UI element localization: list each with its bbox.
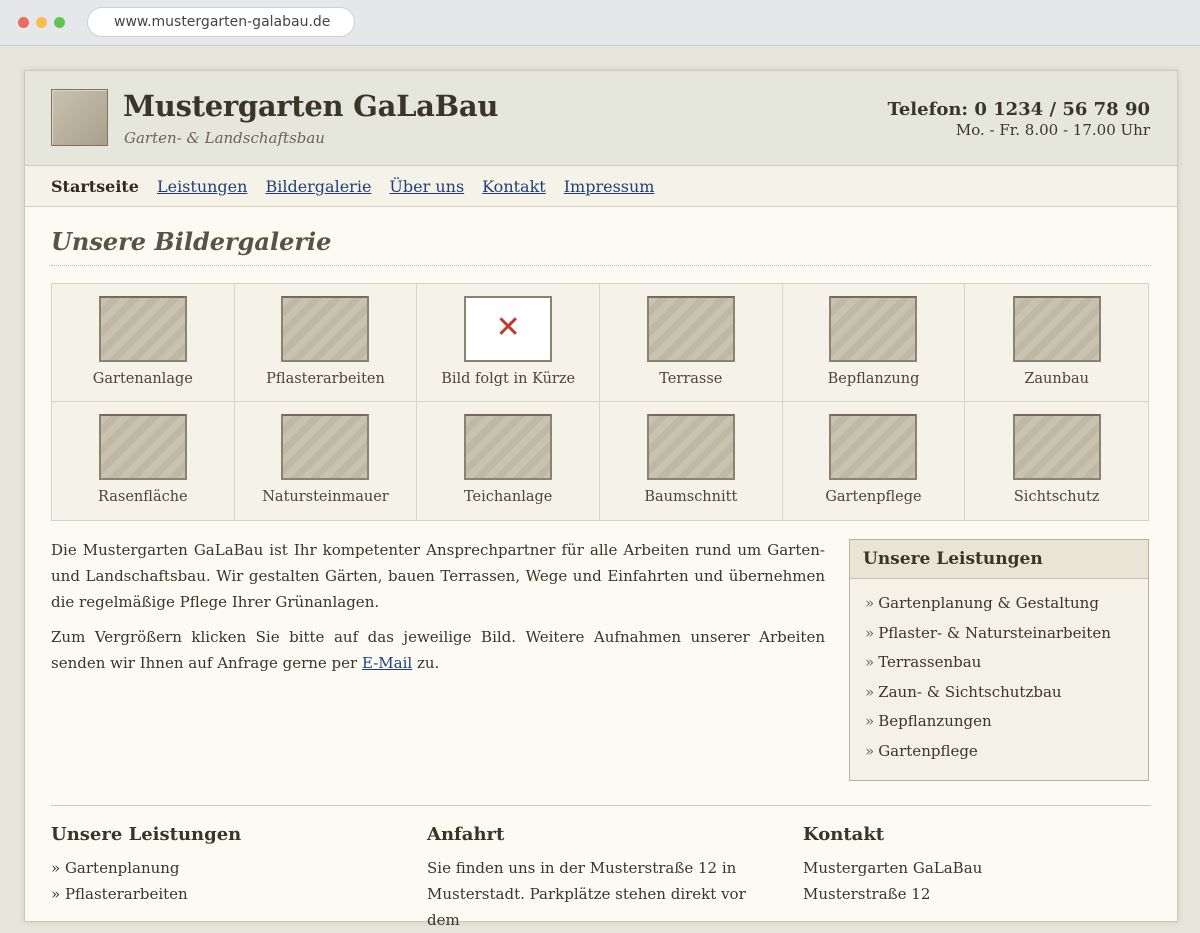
sidebar-title: Unsere Leistungen: [850, 540, 1148, 579]
gallery-thumbnail[interactable]: [281, 296, 370, 362]
raquo-icon: »: [865, 712, 875, 730]
gallery-item[interactable]: Terrasse: [600, 284, 783, 402]
gallery-thumbnail[interactable]: [829, 414, 918, 480]
gallery-caption: Sichtschutz: [1013, 489, 1100, 505]
service-item-label[interactable]: Gartenpflege: [878, 742, 978, 760]
nav-item-impressum[interactable]: Impressum: [564, 177, 655, 196]
gallery-thumbnail[interactable]: [281, 414, 370, 480]
nav-item-leistungen[interactable]: Leistungen: [157, 177, 247, 196]
gallery-item[interactable]: Gartenpflege: [782, 402, 966, 520]
footer-text: Sie finden uns in der Musterstraße 12 in: [427, 859, 737, 877]
service-item[interactable]: » Pflaster- & Natursteinarbeiten: [865, 619, 1148, 649]
service-item-label[interactable]: Bepflanzungen: [878, 712, 991, 730]
gallery-caption: Terrasse: [659, 371, 723, 387]
services-list: » Gartenplanung & Gestaltung » Pflaster- &…: [850, 589, 1148, 766]
service-item[interactable]: » Gartenpflege: [865, 737, 1148, 767]
gallery-thumbnail[interactable]: [646, 296, 735, 362]
footer-heading: Anfahrt: [427, 824, 505, 845]
gallery-item[interactable]: Pflasterarbeiten: [234, 284, 418, 402]
site-title[interactable]: Mustergarten GaLaBau: [123, 89, 498, 123]
gallery-item[interactable]: Gartenanlage: [52, 284, 235, 402]
intro-paragraph: Die Mustergarten GaLaBau ist Ihr kompete…: [51, 541, 825, 611]
service-item-label[interactable]: Zaun- & Sichtschutzbau: [878, 683, 1061, 701]
service-item-label[interactable]: Pflaster- & Natursteinarbeiten: [878, 624, 1111, 642]
gallery-caption: Rasenfläche: [98, 489, 188, 505]
gallery-caption: Natursteinmauer: [262, 489, 389, 505]
gallery-item[interactable]: Natursteinmauer: [234, 402, 418, 520]
nav-item-ueber-uns[interactable]: Über uns: [389, 177, 464, 196]
footer-text: Musterstraße 12: [803, 885, 931, 903]
gallery-thumbnail[interactable]: [1012, 414, 1101, 480]
gallery-item[interactable]: Baumschnitt: [600, 402, 783, 520]
opening-hours: Mo. - Fr. 8.00 - 17.00 Uhr: [955, 121, 1150, 139]
intro-paragraph: Zum Vergrößern klicken Sie bitte auf das…: [51, 624, 825, 676]
image-gallery: Gartenanlage Pflasterarbeiten ✕ Bild fol…: [51, 283, 1149, 521]
gallery-thumbnail[interactable]: [829, 296, 918, 362]
footer-heading: Kontakt: [803, 824, 885, 845]
service-item[interactable]: » Terrassenbau: [865, 648, 1148, 678]
nav-item-kontakt[interactable]: Kontakt: [482, 177, 546, 196]
gallery-thumbnail[interactable]: [464, 414, 553, 480]
raquo-icon: »: [865, 623, 875, 642]
services-sidebar: Unsere Leistungen » Gartenplanung & Gesta…: [849, 539, 1149, 781]
service-item[interactable]: » Zaun- & Sichtschutzbau: [865, 678, 1148, 708]
footer-link[interactable]: » Pflasterarbeiten: [51, 881, 391, 907]
gallery-caption: Bepflanzung: [827, 371, 920, 387]
phone-number: Telefon: 0 1234 / 56 78 90: [887, 99, 1151, 120]
intro-text: Die Mustergarten GaLaBau ist Ihr kompete…: [51, 537, 825, 685]
service-item[interactable]: » Bepflanzungen: [865, 707, 1148, 737]
close-icon: ✕: [495, 310, 521, 345]
gallery-caption: Gartenanlage: [92, 371, 193, 387]
gallery-thumbnail[interactable]: [98, 296, 187, 362]
site-subtitle: Garten- & Landschaftsbau: [124, 129, 325, 147]
footer-column-kontakt: Kontakt Mustergarten GaLaBau Musterstraß…: [803, 824, 1143, 907]
service-item-label[interactable]: Gartenplanung & Gestaltung: [878, 594, 1099, 612]
text-and-sidebar: Die Mustergarten GaLaBau ist Ihr kompete…: [51, 521, 1151, 805]
gallery-caption: Bild folgt in Kürze: [441, 371, 576, 387]
footer-text: Musterstadt. Parkplätze stehen direkt vo…: [427, 885, 746, 929]
nav-item-startseite[interactable]: Startseite: [51, 177, 139, 196]
minimize-window-icon[interactable]: [36, 17, 47, 28]
gallery-item[interactable]: Bepflanzung: [782, 284, 966, 402]
site-footer: Unsere Leistungen » Gartenplanung » Pfla…: [51, 805, 1151, 929]
gallery-caption: Pflasterarbeiten: [266, 371, 385, 387]
footer-link[interactable]: » Gartenplanung: [51, 855, 391, 881]
address-bar[interactable]: www.mustergarten-galabau.de: [87, 7, 355, 37]
logo[interactable]: [51, 89, 108, 146]
gallery-item[interactable]: ✕ Bild folgt in Kürze: [417, 284, 600, 402]
footer-column-leistungen: Unsere Leistungen » Gartenplanung » Pfla…: [51, 824, 391, 907]
gallery-thumbnail[interactable]: [98, 414, 187, 480]
raquo-icon: »: [865, 594, 875, 612]
intro-text-fragment: zu.: [412, 654, 440, 672]
raquo-icon: »: [865, 682, 875, 701]
nav-item-bildergalerie[interactable]: Bildergalerie: [265, 177, 371, 196]
main-navigation: Startseite Leistungen Bildergalerie Über…: [25, 166, 1177, 207]
gallery-caption: Teichanlage: [463, 489, 553, 505]
gallery-caption: Zaunbau: [1024, 371, 1089, 387]
gallery-item[interactable]: Teichanlage: [417, 402, 600, 520]
page-container: Mustergarten GaLaBau Garten- & Landschaf…: [24, 70, 1178, 929]
browser-toolbar: www.mustergarten-galabau.de: [0, 0, 1200, 46]
footer-heading: Unsere Leistungen: [51, 824, 242, 845]
main-content: Unsere Bildergalerie Gartenanlage Pflast…: [25, 207, 1177, 929]
maximize-window-icon[interactable]: [54, 17, 65, 28]
close-window-icon[interactable]: [18, 17, 29, 28]
footer-column-anfahrt: Anfahrt Sie finden uns in der Musterstra…: [427, 824, 767, 933]
email-link[interactable]: E-Mail: [362, 654, 412, 672]
gallery-thumbnail[interactable]: [1012, 296, 1101, 362]
gallery-caption: Gartenpflege: [825, 489, 922, 505]
gallery-thumbnail-placeholder[interactable]: ✕: [464, 296, 553, 362]
gallery-caption: Baumschnitt: [644, 489, 738, 505]
gallery-thumbnail[interactable]: [646, 414, 735, 480]
raquo-icon: »: [865, 741, 875, 760]
service-item[interactable]: » Gartenplanung & Gestaltung: [865, 589, 1148, 619]
gallery-item[interactable]: Zaunbau: [965, 284, 1148, 402]
footer-text: Mustergarten GaLaBau: [803, 859, 983, 877]
site-header: Mustergarten GaLaBau Garten- & Landschaf…: [25, 71, 1177, 166]
service-item-label[interactable]: Terrassenbau: [878, 653, 981, 671]
raquo-icon: »: [865, 653, 875, 671]
page-title: Unsere Bildergalerie: [51, 207, 1151, 266]
gallery-item[interactable]: Sichtschutz: [965, 402, 1148, 520]
gallery-item[interactable]: Rasenfläche: [52, 402, 235, 520]
